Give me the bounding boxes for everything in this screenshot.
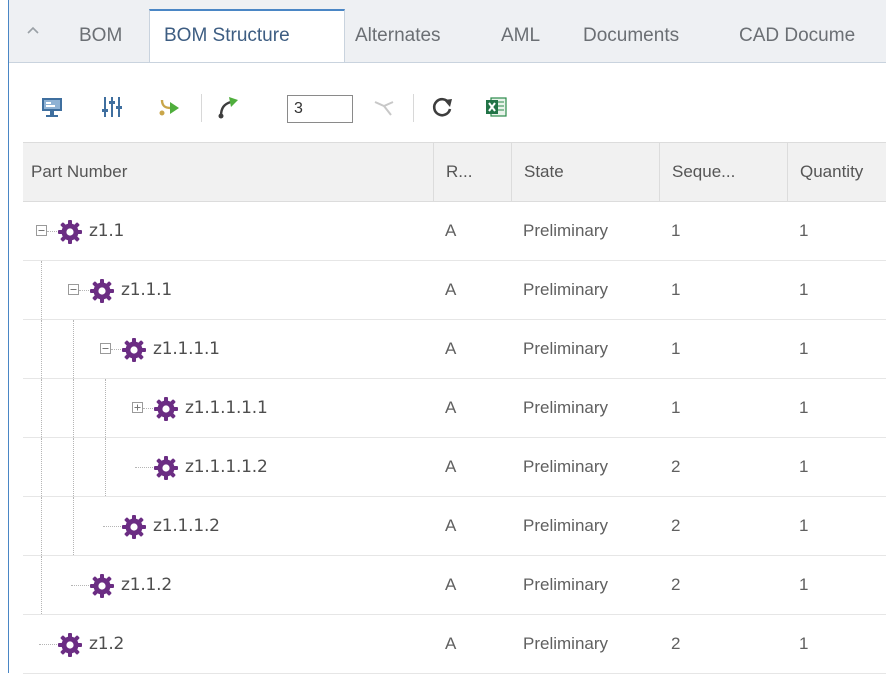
sequence-cell: 1 xyxy=(671,398,681,417)
revision-cell: A xyxy=(445,221,457,240)
part-gear-icon xyxy=(57,632,83,658)
part-number-cell: z1.1.1.1.2 xyxy=(23,438,433,496)
column-header-state[interactable]: State xyxy=(511,143,659,201)
part-number-cell: z1.1.1 xyxy=(23,261,433,319)
tab-bom[interactable]: BOM xyxy=(71,11,130,62)
table-row[interactable]: z1.1.1.1.2 A Preliminary 2 1 xyxy=(23,438,886,497)
revision-cell: A xyxy=(445,516,457,535)
quantity-cell: 1 xyxy=(799,398,809,417)
state-cell: Preliminary xyxy=(523,634,609,653)
column-header-part-number[interactable]: Part Number xyxy=(23,143,433,201)
part-number-cell: z1.2 xyxy=(23,615,433,673)
sequence-cell: 2 xyxy=(671,457,681,476)
state-cell: Preliminary xyxy=(523,398,609,417)
grid-header: Part Number R... State Seque... Quantity xyxy=(23,142,886,202)
part-number-cell: z1.1.1.2 xyxy=(23,497,433,555)
column-header-revision[interactable]: R... xyxy=(433,143,511,201)
part-gear-icon xyxy=(89,278,115,304)
quantity-cell: 1 xyxy=(799,634,809,653)
state-cell: Preliminary xyxy=(523,516,609,535)
table-row[interactable]: z1.1 A Preliminary 1 1 xyxy=(23,202,886,261)
tab-alternates[interactable]: Alternates xyxy=(347,11,449,62)
part-number-link[interactable]: z1.1.1.1.2 xyxy=(185,438,268,496)
part-number-link[interactable]: z1.1.1.1.1 xyxy=(185,379,268,437)
quantity-cell: 1 xyxy=(799,339,809,358)
state-cell: Preliminary xyxy=(523,457,609,476)
expand-all-icon[interactable] xyxy=(215,94,241,120)
sequence-cell: 2 xyxy=(671,575,681,594)
part-number-cell: z1.1.1.1.1 xyxy=(23,379,433,437)
tab-bar: BOM BOM Structure Alternates AML Documen… xyxy=(9,0,886,63)
chevron-up-icon[interactable] xyxy=(23,20,43,40)
state-cell: Preliminary xyxy=(523,339,609,358)
part-number-link[interactable]: z1.1.1 xyxy=(121,261,172,319)
part-gear-icon xyxy=(121,337,147,363)
revision-cell: A xyxy=(445,634,457,653)
table-row[interactable]: z1.2 A Preliminary 2 1 xyxy=(23,615,886,674)
tab-bom-structure[interactable]: BOM Structure xyxy=(149,9,345,62)
column-header-quantity[interactable]: Quantity xyxy=(787,143,886,201)
state-cell: Preliminary xyxy=(523,221,609,240)
table-row[interactable]: z1.1.1 A Preliminary 1 1 xyxy=(23,261,886,320)
revision-cell: A xyxy=(445,575,457,594)
part-number-cell: z1.1 xyxy=(23,202,433,260)
column-settings-icon[interactable] xyxy=(99,94,125,120)
expand-toggle-icon[interactable] xyxy=(132,402,143,413)
column-header-sequence[interactable]: Seque... xyxy=(659,143,787,201)
tab-documents[interactable]: Documents xyxy=(575,11,687,62)
revision-cell: A xyxy=(445,339,457,358)
expand-level-input[interactable]: 3 xyxy=(287,95,353,123)
part-number-cell: z1.1.2 xyxy=(23,556,433,614)
table-row[interactable]: z1.1.1.1.1 A Preliminary 1 1 xyxy=(23,379,886,438)
part-gear-icon xyxy=(89,573,115,599)
revision-cell: A xyxy=(445,398,457,417)
part-number-link[interactable]: z1.1 xyxy=(89,202,124,260)
toolbar: 3 xyxy=(9,62,886,140)
table-row[interactable]: z1.1.1.1 A Preliminary 1 1 xyxy=(23,320,886,379)
state-cell: Preliminary xyxy=(523,575,609,594)
quantity-cell: 1 xyxy=(799,575,809,594)
table-row[interactable]: z1.1.1.2 A Preliminary 2 1 xyxy=(23,497,886,556)
sequence-cell: 1 xyxy=(671,221,681,240)
collapse-toggle-icon[interactable] xyxy=(36,225,47,236)
sequence-cell: 1 xyxy=(671,339,681,358)
part-gear-icon xyxy=(121,514,147,540)
state-cell: Preliminary xyxy=(523,280,609,299)
part-number-link[interactable]: z1.2 xyxy=(89,615,124,673)
part-gear-icon xyxy=(153,396,179,422)
revision-cell: A xyxy=(445,280,457,299)
part-number-link[interactable]: z1.1.2 xyxy=(121,556,172,614)
revision-cell: A xyxy=(445,457,457,476)
bom-structure-grid: Part Number R... State Seque... Quantity… xyxy=(23,142,886,674)
part-number-cell: z1.1.1.1 xyxy=(23,320,433,378)
expand-arrow-icon[interactable] xyxy=(157,94,183,120)
part-gear-icon xyxy=(153,455,179,481)
tab-aml[interactable]: AML xyxy=(493,11,548,62)
excel-export-icon[interactable] xyxy=(483,94,509,120)
collapse-icon[interactable] xyxy=(371,94,397,120)
sequence-cell: 2 xyxy=(671,516,681,535)
bom-panel: BOM BOM Structure Alternates AML Documen… xyxy=(8,0,886,674)
sequence-cell: 2 xyxy=(671,634,681,653)
quantity-cell: 1 xyxy=(799,516,809,535)
collapse-toggle-icon[interactable] xyxy=(100,343,111,354)
monitor-icon[interactable] xyxy=(39,94,65,120)
refresh-icon[interactable] xyxy=(429,94,455,120)
quantity-cell: 1 xyxy=(799,221,809,240)
part-number-link[interactable]: z1.1.1.2 xyxy=(153,497,220,555)
part-gear-icon xyxy=(57,219,83,245)
sequence-cell: 1 xyxy=(671,280,681,299)
quantity-cell: 1 xyxy=(799,280,809,299)
table-row[interactable]: z1.1.2 A Preliminary 2 1 xyxy=(23,556,886,615)
grid-body: z1.1 A Preliminary 1 1 z1.1.1 A Preliminary 1 1 z1… xyxy=(23,202,886,674)
part-number-link[interactable]: z1.1.1.1 xyxy=(153,320,220,378)
quantity-cell: 1 xyxy=(799,457,809,476)
collapse-toggle-icon[interactable] xyxy=(68,284,79,295)
tab-cad-documents[interactable]: CAD Docume xyxy=(731,11,863,62)
